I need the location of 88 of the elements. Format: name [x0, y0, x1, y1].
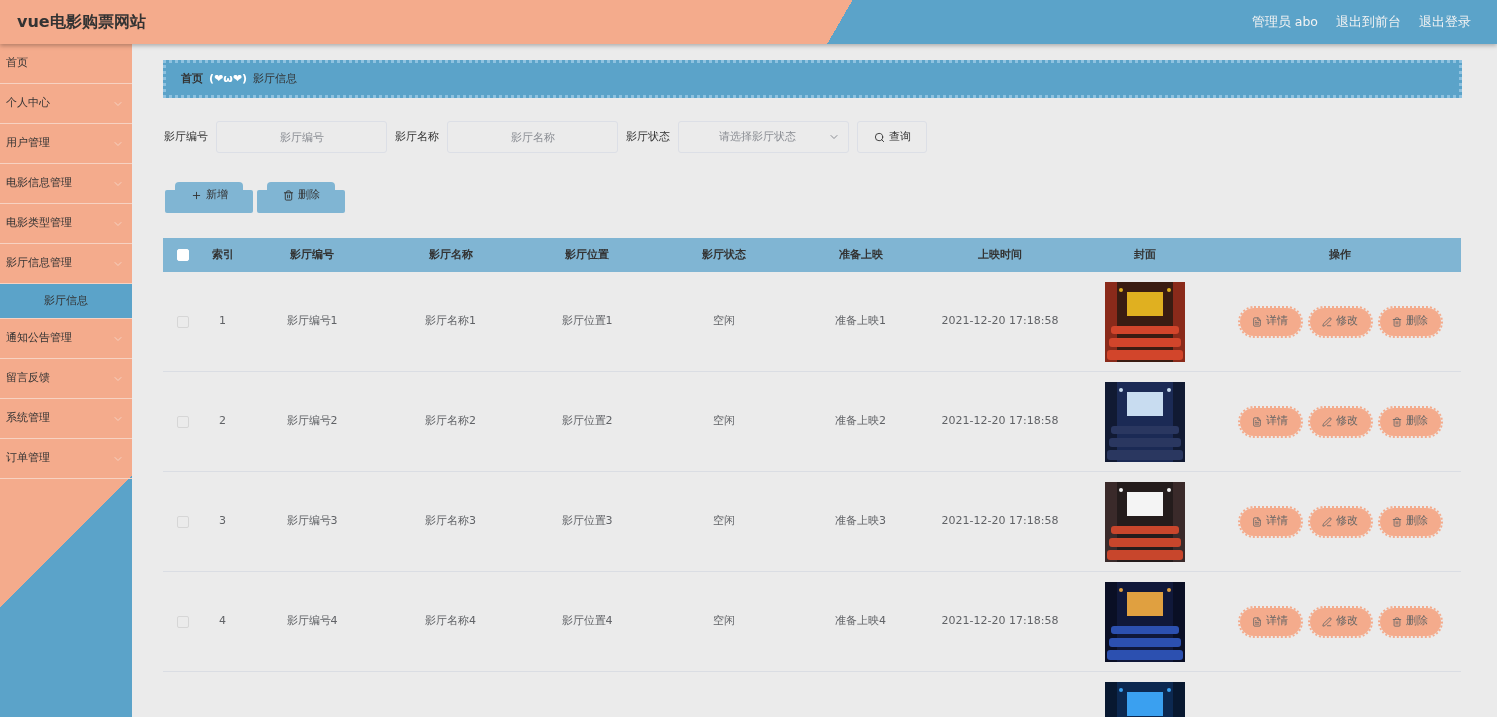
- document-icon: [1252, 616, 1262, 627]
- trash-icon: [282, 190, 294, 201]
- table-cell: 准备上映2: [835, 414, 886, 428]
- sidebar-item[interactable]: 用户管理: [0, 124, 132, 164]
- status-select[interactable]: 请选择影厅状态: [678, 121, 849, 153]
- trash-icon: [1392, 316, 1402, 327]
- filter-label: 影厅编号: [164, 128, 208, 145]
- trash-icon: [1392, 416, 1402, 427]
- header-link[interactable]: 退出登录: [1419, 12, 1471, 32]
- table-cell: 空闲: [712, 314, 735, 328]
- detail-button[interactable]: 详情: [1239, 507, 1301, 536]
- column-header: 准备上映: [837, 246, 884, 263]
- edit-button[interactable]: 修改: [1309, 507, 1371, 536]
- table-cell: 准备上映1: [835, 314, 886, 328]
- column-header: 操作: [1328, 246, 1352, 263]
- pencil-icon: [1322, 516, 1332, 527]
- plus-icon: [190, 190, 202, 201]
- document-icon: [1252, 416, 1262, 427]
- pencil-icon: [1322, 616, 1332, 627]
- table-cell: 空闲: [712, 414, 735, 428]
- breadcrumb-home[interactable]: 首页: [181, 70, 203, 88]
- table-cell: 3: [219, 514, 226, 528]
- sidebar-item[interactable]: 订单管理: [0, 439, 132, 479]
- column-header: 影厅编号: [289, 246, 335, 263]
- pencil-icon: [1322, 316, 1332, 327]
- table-cell: 准备上映3: [835, 514, 886, 528]
- table-cell: 2021-12-20 17:18:58: [941, 314, 1059, 328]
- table-cell: 2021-12-20 17:18:58: [941, 414, 1059, 428]
- site-title: vue电影购票网站: [17, 11, 146, 33]
- column-header: 影厅名称: [427, 246, 474, 263]
- table-cell: 影厅名称1: [425, 314, 476, 328]
- table-cell: 2: [219, 414, 226, 428]
- breadcrumb-separator: (❤ω❤): [209, 70, 248, 87]
- table-cell: 影厅位置1: [561, 314, 613, 328]
- trash-icon: [1392, 616, 1402, 627]
- table-cell: 1: [219, 314, 226, 328]
- sidebar-item[interactable]: 电影信息管理: [0, 164, 132, 204]
- table-cell: 影厅编号3: [286, 514, 338, 528]
- table-cell: 影厅编号2: [286, 414, 338, 428]
- sidebar-subitem[interactable]: 影厅信息: [0, 284, 132, 319]
- sidebar-item[interactable]: 个人中心: [0, 84, 132, 124]
- column-header: 索引: [210, 246, 235, 263]
- table-cell: 影厅编号1: [286, 314, 338, 328]
- breadcrumb-current: 影厅信息: [253, 70, 298, 87]
- table-cell: 4: [219, 614, 226, 628]
- filter-label: 影厅状态: [626, 128, 670, 145]
- pencil-icon: [1322, 416, 1332, 427]
- sidebar-item[interactable]: 系统管理: [0, 399, 132, 439]
- filter-input[interactable]: 影厅编号: [216, 121, 387, 153]
- document-icon: [1252, 316, 1262, 327]
- filter-label: 影厅名称: [395, 128, 439, 145]
- table-cell: 空闲: [712, 614, 735, 628]
- detail-button[interactable]: 详情: [1239, 407, 1301, 436]
- table-cell: 影厅名称2: [425, 414, 476, 428]
- sidebar-item[interactable]: 首页: [0, 44, 132, 84]
- detail-button[interactable]: 详情: [1239, 307, 1301, 336]
- header-link[interactable]: 退出到前台: [1336, 12, 1401, 32]
- filter-input[interactable]: 影厅名称: [447, 121, 618, 153]
- sidebar-item[interactable]: 通知公告管理: [0, 319, 132, 359]
- table-cell: 空闲: [712, 514, 735, 528]
- column-header: 封面: [1133, 246, 1157, 263]
- table-cell: 影厅位置2: [561, 414, 613, 428]
- table-cell: 影厅名称4: [425, 614, 476, 628]
- edit-button[interactable]: 修改: [1309, 607, 1371, 636]
- document-icon: [1252, 516, 1262, 527]
- column-header: 上映时间: [977, 246, 1023, 263]
- edit-button[interactable]: 修改: [1309, 407, 1371, 436]
- header-link[interactable]: 管理员 abo: [1251, 12, 1318, 32]
- delete-button[interactable]: 删除: [1379, 407, 1441, 436]
- delete-button[interactable]: 删除: [1379, 507, 1441, 536]
- table-cell: 影厅位置3: [561, 514, 613, 528]
- table-cell: 2021-12-20 17:18:58: [941, 514, 1059, 528]
- delete-button[interactable]: 删除: [1379, 607, 1441, 636]
- table-cell: 影厅编号4: [286, 614, 338, 628]
- search-button[interactable]: 查询: [857, 121, 927, 153]
- edit-button[interactable]: 修改: [1309, 307, 1371, 336]
- search-icon: [873, 131, 885, 143]
- column-header: 影厅位置: [564, 246, 610, 263]
- sidebar-item[interactable]: 电影类型管理: [0, 204, 132, 244]
- detail-button[interactable]: 详情: [1239, 607, 1301, 636]
- table-cell: 影厅名称3: [425, 514, 476, 528]
- sidebar-item[interactable]: 留言反馈: [0, 359, 132, 399]
- trash-icon: [1392, 516, 1402, 527]
- column-header: 影厅状态: [700, 246, 747, 263]
- table-cell: 影厅位置4: [561, 614, 613, 628]
- table-cell: 准备上映4: [835, 614, 886, 628]
- table-cell: 2021-12-20 17:18:58: [941, 614, 1059, 628]
- delete-button[interactable]: 删除: [1379, 307, 1441, 336]
